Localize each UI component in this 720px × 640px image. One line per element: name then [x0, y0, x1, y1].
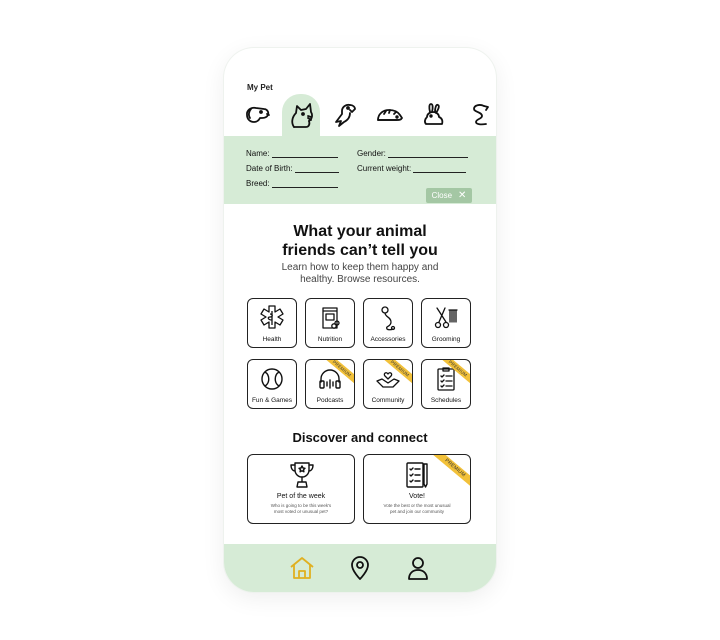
gender-field[interactable]: Gender: — [357, 149, 468, 158]
cat-icon — [291, 103, 313, 128]
name-label: Name: — [246, 149, 270, 158]
card-pet-of-the-week[interactable]: Pet of the week Who is going to be this … — [247, 454, 355, 524]
dob-input-line[interactable] — [294, 164, 339, 173]
ballot-icon — [406, 462, 428, 488]
gender-label: Gender: — [357, 149, 386, 158]
hedgehog-icon — [377, 109, 403, 121]
tile-label: Grooming — [431, 336, 461, 343]
resource-accessories[interactable]: Accessories — [363, 298, 413, 348]
tab-rabbit[interactable] — [414, 94, 452, 136]
card-description: Vote the best or the most unusual pet an… — [374, 503, 460, 515]
card-title: Pet of the week — [276, 493, 326, 500]
dob-field[interactable]: Date of Birth: — [246, 164, 339, 173]
card-description-line2: most voted or unusual pet? — [273, 509, 329, 514]
tile-label: Podcasts — [316, 397, 344, 404]
breed-label: Breed: — [246, 179, 270, 188]
nav-home[interactable] — [288, 554, 316, 582]
pet-tabs — [238, 94, 496, 136]
close-button[interactable]: Close ✕ — [426, 188, 472, 203]
tile-label: Accessories — [370, 336, 406, 343]
tab-parrot[interactable] — [326, 94, 364, 136]
phone-screen: My Pet Name: Gender: Date of Birth: Curr… — [224, 48, 496, 592]
close-icon: ✕ — [458, 189, 467, 201]
tab-snake[interactable] — [458, 94, 496, 136]
location-pin-icon — [351, 556, 369, 580]
card-description-line2: pet and join our community — [389, 509, 445, 514]
home-icon — [290, 557, 314, 579]
weight-field[interactable]: Current weight: — [357, 164, 467, 173]
weight-input-line[interactable] — [413, 164, 467, 173]
breed-input-line[interactable] — [271, 179, 338, 188]
page-title: My Pet — [247, 83, 273, 92]
card-description: Who is going to be this week's most vote… — [258, 503, 344, 515]
tile-label: Nutrition — [317, 336, 343, 343]
hero-subtitle-line2: healthy. Browse resources. — [300, 274, 420, 285]
tile-label: Health — [262, 336, 282, 343]
rabbit-icon — [424, 103, 444, 125]
card-vote[interactable]: PREMIUM Vote! Vote the best or the most … — [363, 454, 471, 524]
resource-nutrition[interactable]: Nutrition — [305, 298, 355, 348]
tab-hedgehog[interactable] — [370, 94, 408, 136]
nav-location[interactable] — [346, 554, 374, 582]
bottom-nav — [224, 544, 496, 592]
hero-title: What your animal friends can’t tell you — [224, 222, 496, 260]
resource-health[interactable]: Health — [247, 298, 297, 348]
gender-input-line[interactable] — [387, 149, 468, 158]
premium-ribbon: PREMIUM — [431, 455, 470, 489]
name-input-line[interactable] — [271, 149, 338, 158]
resource-community[interactable]: PREMIUM Community — [363, 359, 413, 409]
tile-label: Community — [371, 397, 405, 404]
card-title: Vote! — [409, 493, 425, 500]
resource-fun-games[interactable]: Fun & Games — [247, 359, 297, 409]
tile-label: Fun & Games — [251, 397, 293, 404]
hero-title-line1: What your animal — [293, 223, 427, 240]
snake-icon — [473, 104, 489, 126]
parrot-icon — [335, 103, 356, 127]
scissors-comb-icon — [434, 307, 458, 329]
dob-label: Date of Birth: — [246, 164, 293, 173]
breed-field[interactable]: Breed: — [246, 179, 338, 188]
tile-label: Schedules — [430, 397, 462, 404]
tab-cat[interactable] — [282, 94, 320, 136]
hero-title-line2: friends can’t tell you — [282, 242, 438, 259]
dog-icon — [246, 106, 270, 123]
tab-dog[interactable] — [238, 94, 276, 136]
close-label: Close — [431, 191, 453, 200]
profile-icon — [408, 557, 428, 580]
resource-schedules[interactable]: PREMIUM Schedules — [421, 359, 471, 409]
nav-profile[interactable] — [404, 554, 432, 582]
hero-subtitle-line1: Learn how to keep them happy and — [281, 262, 439, 273]
resource-podcasts[interactable]: PREMIUM Podcasts — [305, 359, 355, 409]
name-field[interactable]: Name: — [246, 149, 338, 158]
food-bag-icon — [322, 307, 340, 329]
health-icon — [260, 305, 284, 329]
ball-icon — [261, 368, 283, 390]
weight-label: Current weight: — [357, 164, 412, 173]
resource-grooming[interactable]: Grooming — [421, 298, 471, 348]
hero-subtitle: Learn how to keep them happy and healthy… — [224, 262, 496, 286]
trophy-icon — [290, 462, 314, 488]
section-title: Discover and connect — [292, 430, 428, 445]
leash-icon — [381, 306, 396, 331]
